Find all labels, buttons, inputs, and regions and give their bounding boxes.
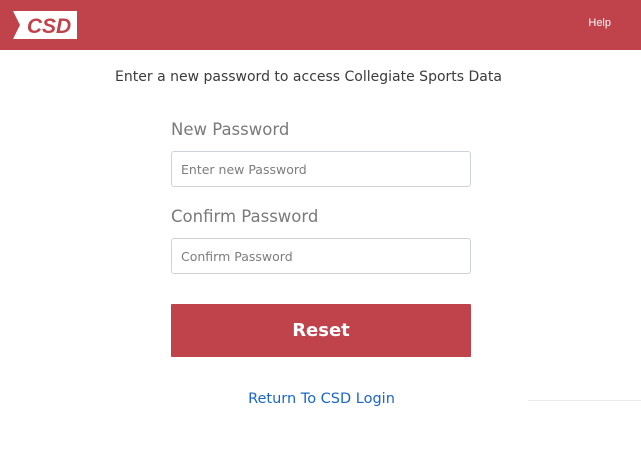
help-link[interactable]: Help (588, 17, 611, 29)
divider (528, 400, 641, 401)
reset-password-page: CSD Help Enter a new password to access … (0, 0, 641, 450)
return-to-login-link[interactable]: Return To CSD Login (0, 391, 641, 407)
confirm-password-input[interactable] (171, 238, 471, 274)
logo-text: CSD (27, 15, 71, 38)
new-password-label: New Password (171, 120, 290, 139)
top-navbar: CSD Help (0, 0, 641, 50)
csd-logo[interactable]: CSD (13, 11, 77, 39)
new-password-input[interactable] (171, 151, 471, 187)
reset-button[interactable]: Reset (171, 304, 471, 357)
intro-text: Enter a new password to access Collegiat… (115, 69, 502, 85)
confirm-password-label: Confirm Password (171, 207, 319, 226)
